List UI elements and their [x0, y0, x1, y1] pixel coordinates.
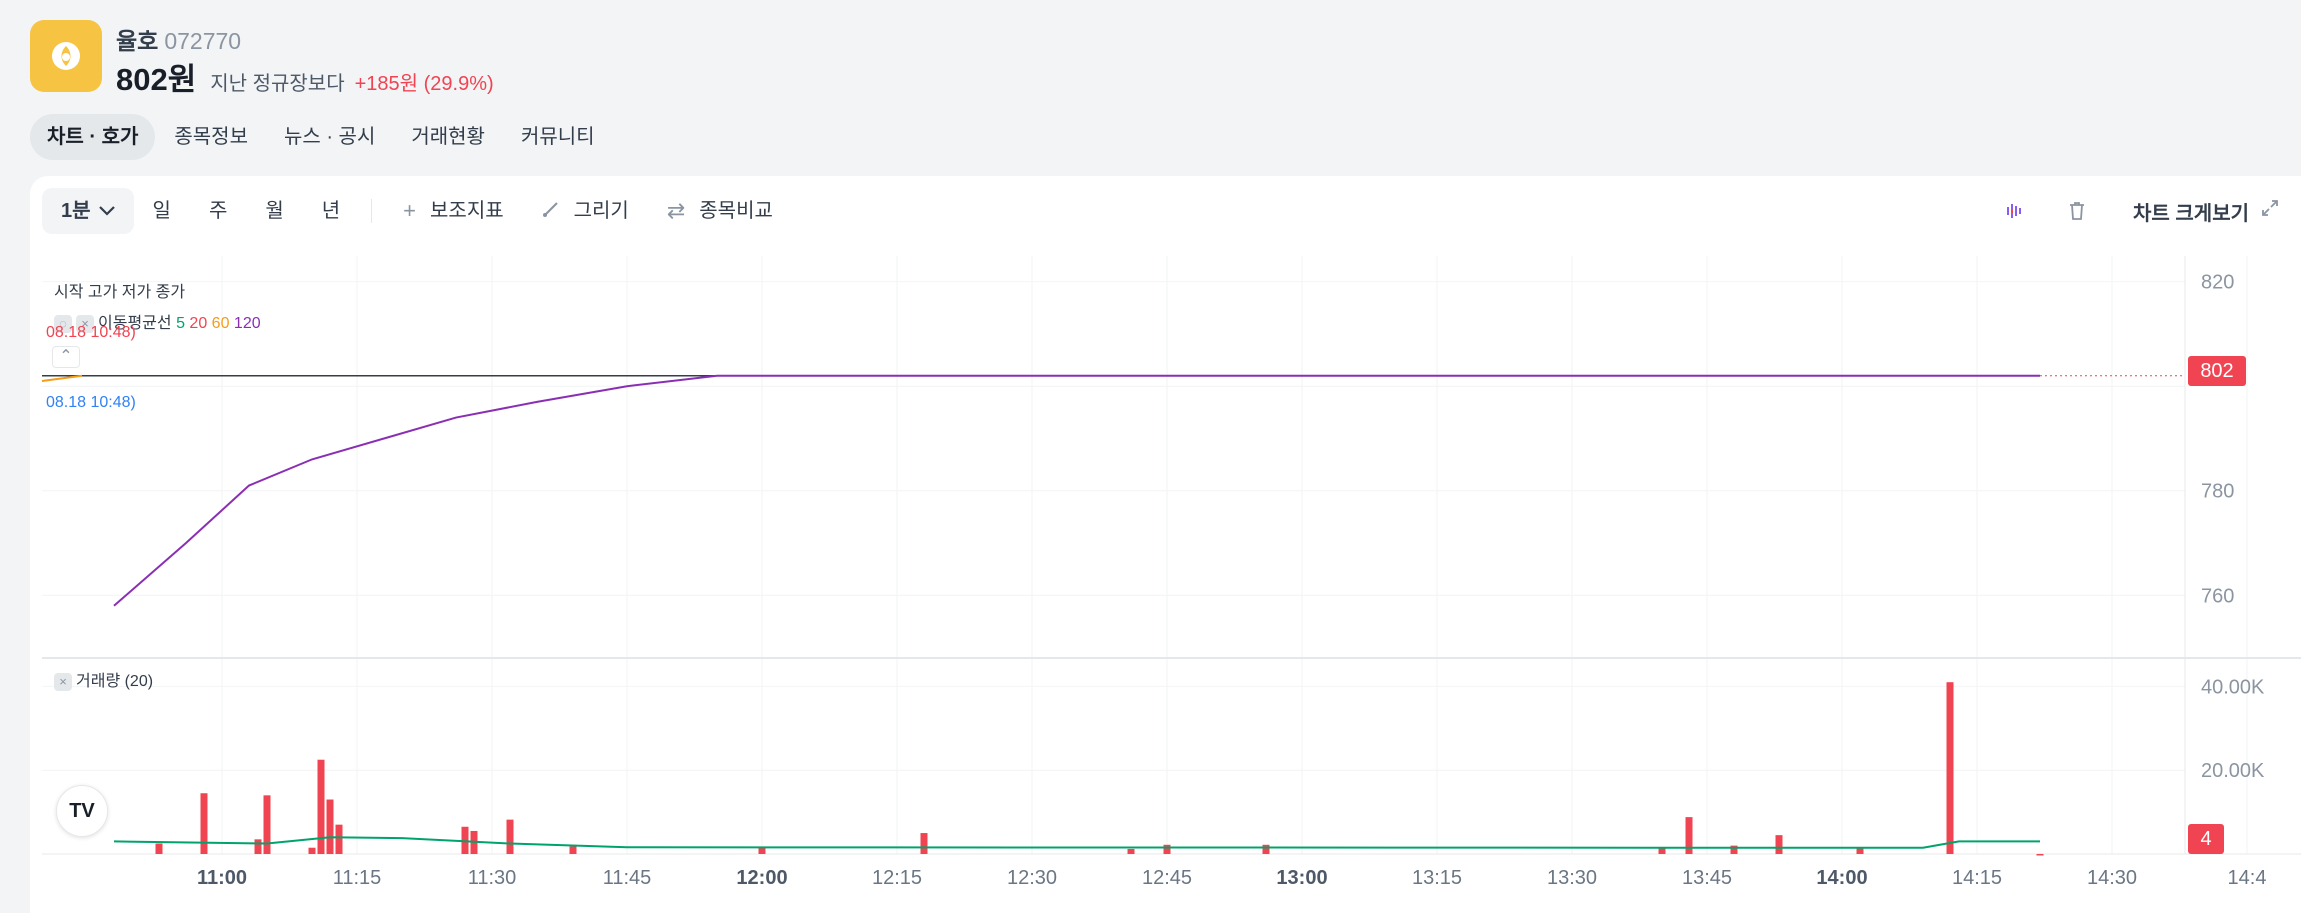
low-marker: 08.18 10:48): [46, 394, 136, 411]
time-tick-label: 14:30: [2087, 867, 2137, 889]
high-marker: 08.18 10:48): [46, 324, 136, 341]
volume-label: 거래량 (20): [76, 673, 154, 690]
time-tick-label: 12:45: [1142, 867, 1192, 889]
time-tick-label: 14:4: [2228, 867, 2267, 889]
collapse-legend-icon[interactable]: ⌃: [52, 346, 80, 368]
price-tick-label: 780: [2201, 481, 2234, 503]
time-tick-label: 11:15: [333, 867, 382, 889]
volume-bar: [1127, 848, 1135, 854]
time-tick-label: 11:45: [603, 867, 652, 889]
price-change: +185원 (29.9%): [354, 73, 494, 95]
volume-last-tag: 4: [2188, 824, 2224, 854]
time-tick-label: 12:30: [1007, 867, 1057, 889]
ma-period-60: 60: [211, 315, 230, 332]
current-price-tag: 802: [2188, 356, 2246, 386]
chart-panel: 1분 일 주 월 년 + 보조지표 그리기 ⇄ 종목비교 차트 크게보기 820 78…: [30, 176, 2301, 913]
stock-name-line: 율호 072770: [116, 22, 241, 56]
volume-legend: × 거래량 (20): [54, 667, 153, 691]
stock-name: 율호: [116, 28, 159, 54]
ohlc-legend: 시작 고가 저가 종가: [54, 284, 186, 301]
tab-chart[interactable]: 차트 · 호가: [30, 114, 156, 160]
price-tick-label: 820: [2201, 272, 2234, 294]
volume-bar: [1775, 835, 1783, 854]
yulho-logo-icon: [30, 20, 102, 92]
time-tick-label: 12:00: [736, 867, 787, 889]
volume-bar: [308, 847, 316, 854]
volume-bar: [1163, 844, 1171, 854]
time-tick-label: 13:15: [1412, 867, 1462, 889]
volume-bar: [335, 824, 343, 854]
close-icon[interactable]: ×: [54, 672, 72, 691]
volume-bar: [254, 839, 262, 854]
time-tick-label: 13:30: [1547, 867, 1597, 889]
volume-bar: [317, 759, 325, 854]
volume-bar: [1946, 682, 1954, 854]
volume-tick-label: 20.00K: [2201, 760, 2265, 782]
time-tick-label: 13:45: [1682, 867, 1732, 889]
stock-tabs: 차트 · 호가 종목정보 뉴스 · 공시 거래현황 커뮤니티: [30, 114, 614, 160]
volume-tick-label: 40.00K: [2201, 676, 2265, 698]
volume-bar: [326, 799, 334, 854]
compare-label: 지난 정규장보다: [210, 73, 345, 95]
price-line: 802원 지난 정규장보다 +185원 (29.9%): [116, 54, 494, 99]
stock-code: 072770: [164, 28, 242, 54]
current-price: 802원: [116, 62, 197, 97]
ma60-line: [41, 374, 83, 382]
volume-bar: [569, 846, 577, 854]
time-tick-label: 14:15: [1952, 867, 2002, 889]
volume-ma-line: [113, 836, 2040, 849]
ma-period-5: 5: [176, 315, 185, 332]
price-volume-chart[interactable]: 820 780 760 40.00K 20.00K 11:00 11:15 11:30 11:4…: [30, 176, 2301, 913]
ma-period-120: 120: [233, 315, 261, 332]
volume-bar: [155, 843, 163, 854]
volume-bar: [200, 793, 208, 854]
time-tick-label: 12:15: [872, 867, 922, 889]
price-tick-label: 760: [2201, 585, 2234, 607]
tab-trading[interactable]: 거래현황: [394, 114, 502, 160]
ma-period-20: 20: [189, 315, 208, 332]
tab-community[interactable]: 커뮤니티: [504, 114, 612, 160]
stock-header: 율호 072770 802원 지난 정규장보다 +185원 (29.9%): [30, 20, 494, 100]
tab-news[interactable]: 뉴스 · 공시: [267, 114, 392, 160]
volume-bar: [506, 819, 514, 854]
volume-bar: [920, 833, 928, 854]
volume-bar: [263, 795, 271, 854]
time-tick-label: 14:00: [1816, 867, 1867, 889]
tradingview-logo-icon: TV: [56, 785, 108, 837]
time-tick-label: 13:00: [1276, 867, 1327, 889]
time-tick-label: 11:30: [468, 867, 517, 889]
time-tick-label: 11:00: [197, 867, 247, 889]
volume-bar: [2036, 853, 2044, 856]
volume-bar: [1262, 844, 1270, 854]
tab-stock-info[interactable]: 종목정보: [157, 114, 265, 160]
